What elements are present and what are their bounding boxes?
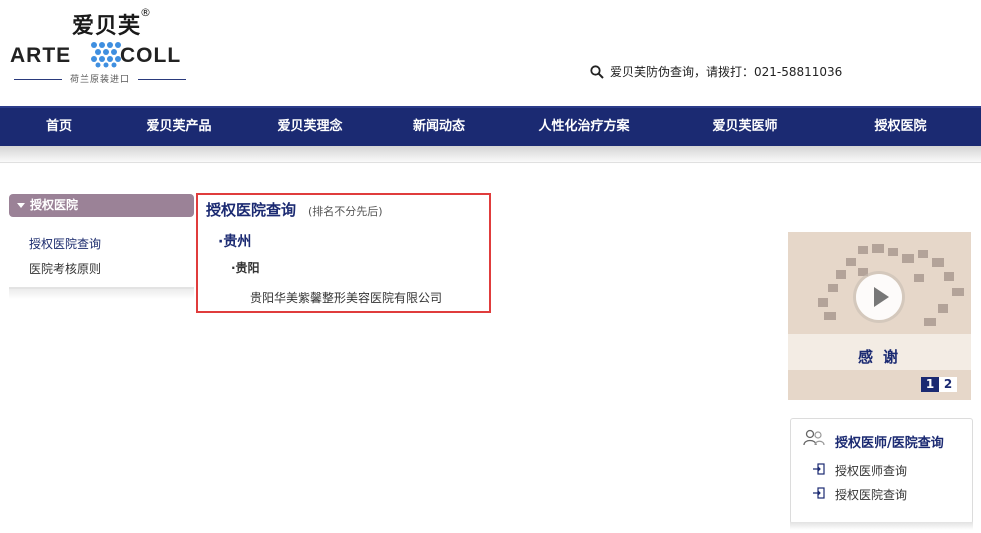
users-icon xyxy=(803,429,825,446)
enter-arrow-icon xyxy=(813,487,825,499)
main-nav: 首页 爱贝芙产品 爱贝芙理念 新闻动态 人性化治疗方案 爱贝芙医师 授权医院 xyxy=(0,106,981,146)
logo-en-right: COLL xyxy=(120,44,182,67)
logo-chinese-name: 爱贝芙 xyxy=(72,13,142,39)
anti-fake-hotline: 爱贝芙防伪查询，请拨打：021-58811036 xyxy=(590,63,842,80)
query-panel-title: 授权医师/医院查询 xyxy=(835,436,944,451)
artecoll-logo[interactable]: 爱贝芙 ® ARTE COLL 荷兰原装进口 xyxy=(10,6,190,86)
tagline-text: 荷兰原装进口 xyxy=(70,75,131,85)
hotline-text: 爱贝芙防伪查询，请拨打：021-58811036 xyxy=(610,65,843,79)
video-pager: 1 2 xyxy=(921,377,957,392)
nav-item-doctors[interactable]: 爱贝芙医师 xyxy=(670,108,820,146)
nav-item-products[interactable]: 爱贝芙产品 xyxy=(118,108,240,146)
result-hospital-link[interactable]: 贵阳华美紫馨整形美容医院有限公司 xyxy=(250,289,442,306)
nav-item-philosophy[interactable]: 爱贝芙理念 xyxy=(240,108,380,146)
hospital-query-link[interactable]: 授权医院查询 xyxy=(835,486,907,503)
query-panel: 授权医师/医院查询 授权医师查询 授权医院查询 xyxy=(790,418,973,524)
nav-item-news[interactable]: 新闻动态 xyxy=(380,108,498,146)
play-triangle xyxy=(874,287,889,307)
logo-tagline: 荷兰原装进口 xyxy=(10,72,186,86)
pager-page-1[interactable]: 1 xyxy=(921,377,939,392)
logo-en-left: ARTE xyxy=(10,44,72,67)
doctor-query-link[interactable]: 授权医师查询 xyxy=(835,462,907,479)
sidebar-heading[interactable]: 授权医院 xyxy=(9,194,194,217)
logo-registered-mark: ® xyxy=(140,6,151,19)
sidebar-item-hospital-query[interactable]: 授权医院查询 xyxy=(29,235,101,252)
video-caption: 感谢 xyxy=(858,348,909,366)
pager-page-2[interactable]: 2 xyxy=(939,377,957,392)
sidebar-heading-label: 授权医院 xyxy=(30,198,79,212)
caret-down-icon xyxy=(17,203,25,208)
logo-dots-icon xyxy=(91,42,121,68)
result-title: 授权医院查询 xyxy=(206,201,297,219)
nav-item-hospitals[interactable]: 授权医院 xyxy=(820,108,981,146)
sidebar-shadow xyxy=(9,289,194,299)
tagline-rule-right xyxy=(138,79,186,80)
enter-arrow-icon xyxy=(813,463,825,475)
query-panel-shadow xyxy=(790,522,973,530)
tagline-rule-left xyxy=(14,79,62,80)
video-banner[interactable]: 感谢 xyxy=(788,232,971,400)
sidebar-item-assessment-rules[interactable]: 医院考核原则 xyxy=(29,260,101,277)
play-button-icon[interactable] xyxy=(856,274,902,320)
hospital-result-panel: 授权医院查询 (排名不分先后) ·贵州 ·贵阳 贵阳华美紫馨整形美容医院有限公司 xyxy=(196,193,491,313)
result-note: (排名不分先后) xyxy=(308,205,383,218)
result-city: ·贵阳 xyxy=(231,261,260,275)
nav-item-treatment-plans[interactable]: 人性化治疗方案 xyxy=(498,108,670,146)
content-divider xyxy=(0,162,981,163)
search-icon xyxy=(590,64,604,79)
result-province: ·贵州 xyxy=(218,234,252,250)
sidebar-menu: 授权医院查询 医院考核原则 xyxy=(9,217,194,289)
nav-item-home[interactable]: 首页 xyxy=(0,108,118,146)
site-header: 爱贝芙 ® ARTE COLL 荷兰原装进口 爱贝芙防伪查询，请拨打：021-5… xyxy=(0,0,981,106)
